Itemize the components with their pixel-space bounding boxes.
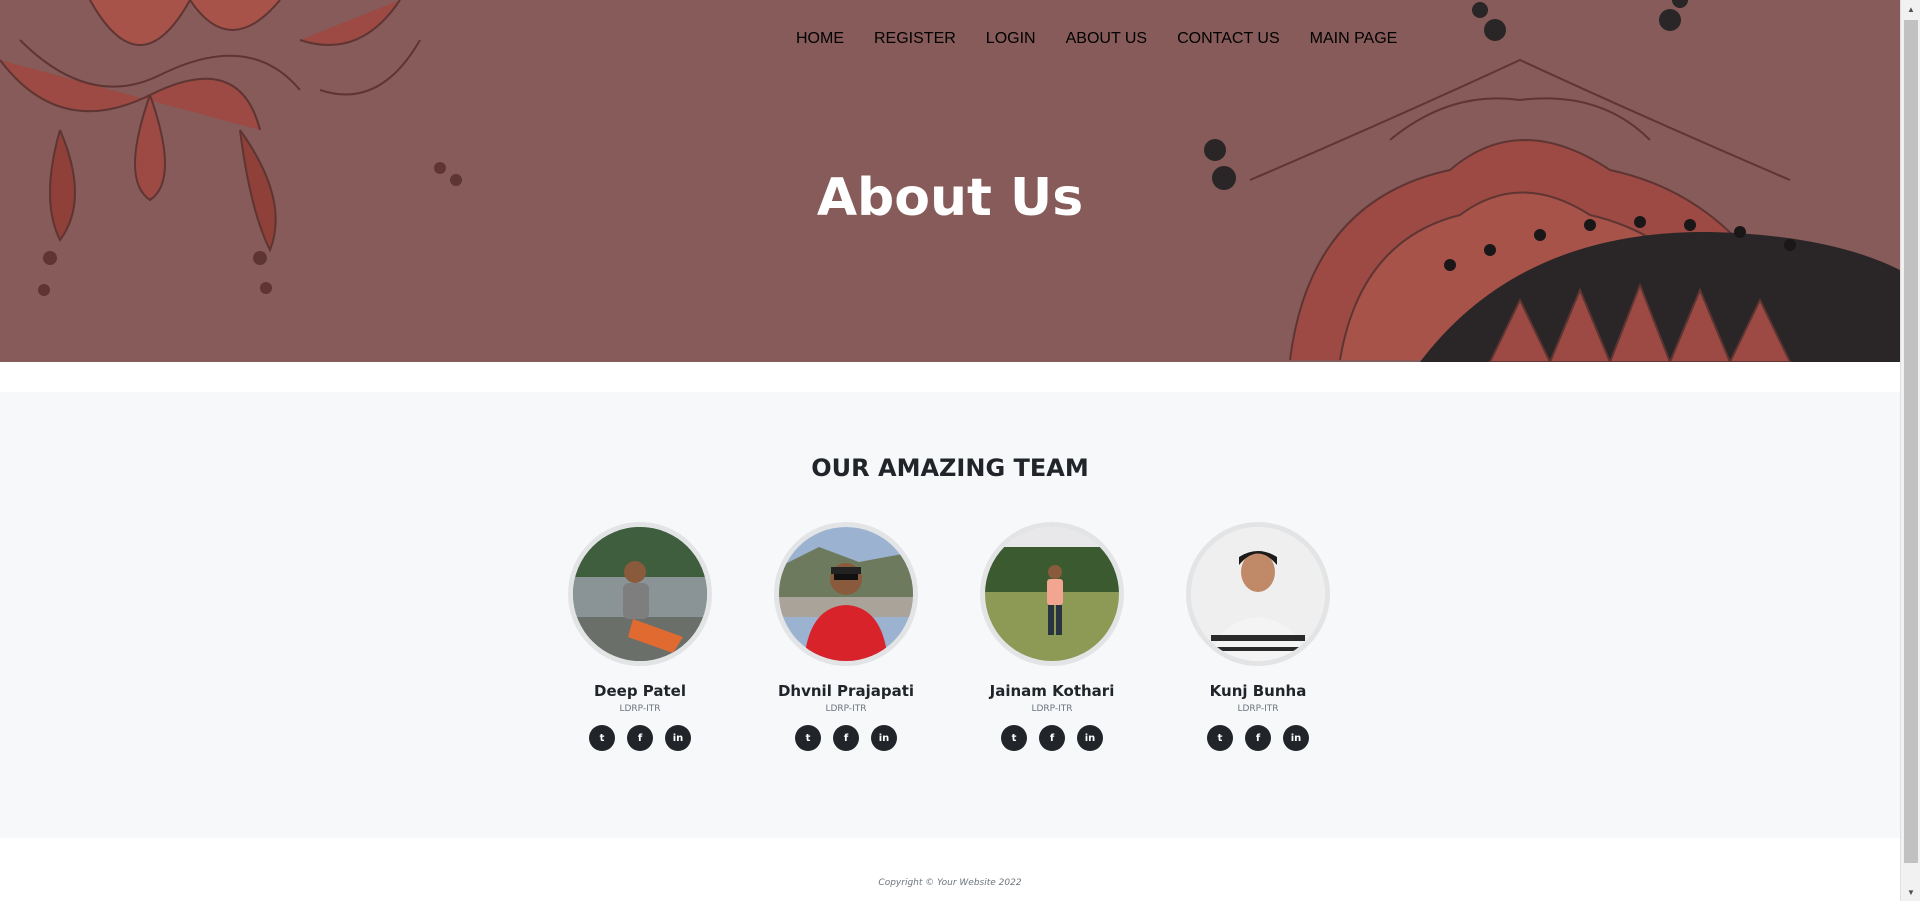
linkedin-icon[interactable]: in	[665, 725, 691, 751]
nav-main-page[interactable]: MAIN PAGE	[1310, 30, 1398, 48]
facebook-icon[interactable]: f	[833, 725, 859, 751]
member-role: LDRP-ITR	[619, 704, 661, 714]
scrollbar-thumb[interactable]	[1904, 20, 1918, 863]
vertical-scrollbar[interactable]: ▲ ▼	[1900, 0, 1920, 901]
linkedin-icon[interactable]: in	[1077, 725, 1103, 751]
nav-contact-us[interactable]: CONTACT US	[1177, 30, 1280, 48]
member-name: Dhvnil Prajapati	[777, 682, 915, 700]
twitter-icon[interactable]: t	[795, 725, 821, 751]
twitter-icon[interactable]: t	[1207, 725, 1233, 751]
team-member-card: Deep Patel LDRP-ITR t f in	[540, 522, 740, 751]
nav-login[interactable]: LOGIN	[986, 30, 1036, 48]
scroll-up-icon[interactable]: ▲	[1901, 0, 1920, 18]
page-title: About Us	[816, 168, 1084, 228]
twitter-icon[interactable]: t	[589, 725, 615, 751]
team-member-card: Dhvnil Prajapati LDRP-ITR t f in	[746, 522, 946, 751]
twitter-icon[interactable]: t	[1001, 725, 1027, 751]
member-photo	[1186, 522, 1330, 666]
member-photo	[568, 522, 712, 666]
hero-banner: HOME REGISTER LOGIN ABOUT US CONTACT US …	[0, 0, 1900, 362]
social-links: t f in	[540, 725, 740, 751]
social-links: t f in	[746, 725, 946, 751]
facebook-icon[interactable]: f	[627, 725, 653, 751]
linkedin-icon[interactable]: in	[1283, 725, 1309, 751]
footer-copyright: Copyright © Your Website 2022	[878, 878, 1022, 888]
page: HOME REGISTER LOGIN ABOUT US CONTACT US …	[0, 0, 1900, 901]
member-role: LDRP-ITR	[1031, 704, 1073, 714]
member-role: LDRP-ITR	[1237, 704, 1279, 714]
team-heading: OUR AMAZING TEAM	[811, 454, 1089, 482]
member-name: Kunj Bunha	[1209, 682, 1307, 700]
linkedin-icon[interactable]: in	[871, 725, 897, 751]
nav-home[interactable]: HOME	[796, 30, 844, 48]
member-name: Deep Patel	[594, 682, 686, 700]
team-member-card: Kunj Bunha LDRP-ITR t f in	[1158, 522, 1358, 751]
social-links: t f in	[1158, 725, 1358, 751]
mandala-decoration-left	[0, 0, 462, 296]
nav-about-us[interactable]: ABOUT US	[1066, 30, 1148, 48]
team-member-card: Jainam Kothari LDRP-ITR t f in	[952, 522, 1152, 751]
member-photo	[980, 522, 1124, 666]
member-photo	[774, 522, 918, 666]
team-section: OUR AMAZING TEAM Deep Patel LDRP-ITR t f	[0, 392, 1900, 838]
member-name: Jainam Kothari	[989, 682, 1115, 700]
main-navigation: HOME REGISTER LOGIN ABOUT US CONTACT US …	[796, 30, 1397, 48]
facebook-icon[interactable]: f	[1245, 725, 1271, 751]
member-role: LDRP-ITR	[825, 704, 867, 714]
facebook-icon[interactable]: f	[1039, 725, 1065, 751]
social-links: t f in	[952, 725, 1152, 751]
nav-register[interactable]: REGISTER	[874, 30, 956, 48]
scroll-down-icon[interactable]: ▼	[1901, 883, 1920, 901]
